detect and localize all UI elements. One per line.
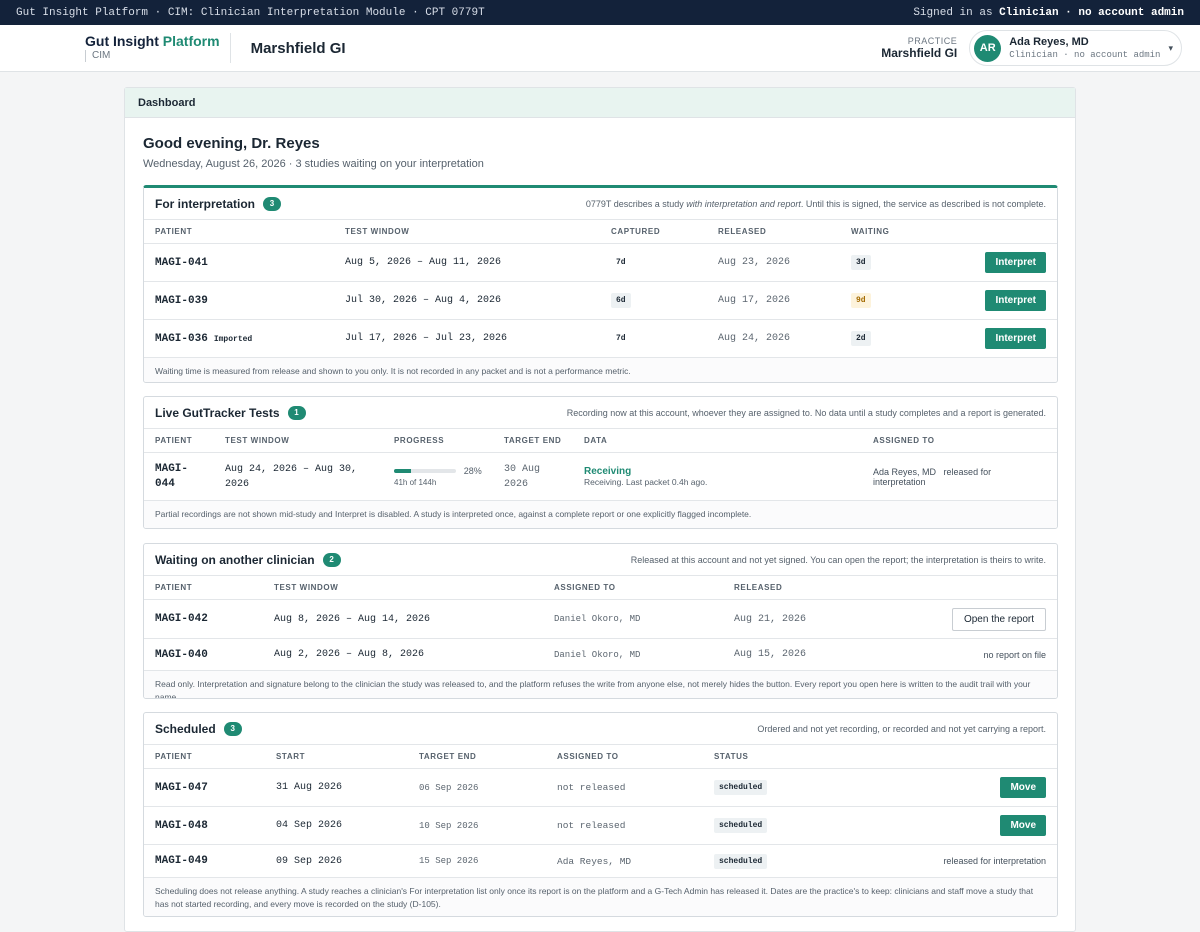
practice-title: Marshfield GI [250, 39, 346, 57]
practice-block: PRACTICE Marshfield GI [881, 36, 958, 60]
top-bar: Gut Insight Platform · CIM: Clinician In… [0, 0, 1200, 25]
avatar: AR [974, 34, 1002, 62]
interpret-button[interactable]: Interpret [985, 290, 1046, 311]
table-header: PATIENT TEST WINDOW ASSIGNED TO RELEASED [144, 576, 1057, 600]
dashboard-panel: Dashboard Good evening, Dr. Reyes Wednes… [124, 87, 1076, 932]
table-row: MAGI-039 Jul 30, 2026 – Aug 4, 2026 6d A… [144, 282, 1057, 320]
table-row: MAGI-040 Aug 2, 2026 – Aug 8, 2026 Danie… [144, 639, 1057, 671]
table-row: MAGI-041 Aug 5, 2026 – Aug 11, 2026 7d A… [144, 244, 1057, 282]
interpret-button[interactable]: Interpret [985, 328, 1046, 349]
user-menu[interactable]: AR Ada Reyes, MD Clinician · no account … [969, 30, 1182, 66]
status-badge: scheduled [714, 818, 768, 833]
user-name: Ada Reyes, MD [1009, 35, 1089, 48]
table-row: MAGI-048 04 Sep 2026 10 Sep 2026 not rel… [144, 807, 1057, 845]
waiting-card: Waiting on another clinician 2 Released … [143, 543, 1058, 699]
status-badge: scheduled [714, 853, 768, 869]
card-footer: Scheduling does not release anything. A … [144, 878, 1057, 916]
brand-module: CIM [85, 50, 220, 62]
dashboard-tab: Dashboard [125, 88, 1075, 118]
card-title: For interpretation [155, 196, 256, 211]
platform-breadcrumb: Gut Insight Platform · CIM: Clinician In… [16, 6, 485, 19]
card-footer: Read only. Interpretation and signature … [144, 671, 1057, 698]
card-footer: Partial recordings are not shown mid-stu… [144, 501, 1057, 528]
card-note: 0779T describes a study with interpretat… [585, 198, 1046, 209]
count-badge: 3 [263, 196, 282, 211]
waiting-badge: 9d [851, 293, 871, 308]
table-row: MAGI-036 Imported Jul 17, 2026 – Jul 23, … [144, 320, 1057, 358]
user-role: Clinician · no account admin [1009, 49, 1161, 60]
signed-in-status: Signed in as Clinician · no account admi… [913, 6, 1184, 19]
live-tests-card: Live GutTracker Tests 1 Recording now at… [143, 396, 1058, 529]
for-interpretation-card: For interpretation 3 0779T describes a s… [143, 185, 1058, 383]
table-header: PATIENT START TARGET END ASSIGNED TO STA… [144, 745, 1057, 769]
progress-indicator: 28% 41h of 144h [394, 465, 482, 487]
card-footer: Waiting time is measured from release an… [144, 358, 1057, 382]
card-title: Waiting on another clinician [155, 552, 315, 567]
card-note: Recording now at this account, whoever t… [566, 407, 1046, 418]
waiting-badge: 2d [851, 331, 871, 346]
table-header: PATIENT TEST WINDOW PROGRESS TARGET END … [144, 429, 1057, 453]
released-note: released for interpretation [943, 856, 1046, 866]
table-row: MAGI- 044 Aug 24, 2026 – Aug 30, 2026 28% … [144, 453, 1057, 501]
table-header: PATIENT TEST WINDOW CAPTURED RELEASED WA… [144, 220, 1057, 244]
page-subtitle: Wednesday, August 26, 2026 · 3 studies w… [143, 158, 484, 170]
chevron-down-icon[interactable]: ▾ [1168, 43, 1173, 54]
status-badge: scheduled [714, 780, 768, 795]
page-title: Good evening, Dr. Reyes [143, 135, 320, 152]
table-row: MAGI-047 31 Aug 2026 06 Sep 2026 not rel… [144, 769, 1057, 807]
assigned-to: Ada Reyes, MD released for interpretatio… [873, 466, 992, 487]
interpret-button[interactable]: Interpret [985, 252, 1046, 273]
scheduled-card: Scheduled 3 Ordered and not yet recordin… [143, 712, 1058, 917]
table-row: MAGI-049 09 Sep 2026 15 Sep 2026 Ada Rey… [144, 845, 1057, 878]
imported-tag: Imported [213, 334, 253, 344]
progress-bar [394, 468, 456, 473]
move-button[interactable]: Move [1000, 777, 1046, 798]
card-note: Released at this account and not yet sig… [630, 554, 1046, 565]
count-badge: 2 [322, 552, 341, 567]
app-header: Gut Insight Platform CIM Marshfield GI P… [0, 25, 1200, 72]
card-title: Live GutTracker Tests [155, 405, 280, 420]
count-badge: 1 [287, 405, 306, 420]
move-button[interactable]: Move [1000, 815, 1046, 836]
card-note: Ordered and not yet recording, or record… [757, 723, 1046, 734]
data-status: Receiving [584, 465, 632, 477]
card-title: Scheduled [155, 721, 216, 736]
table-row: MAGI-042 Aug 8, 2026 – Aug 14, 2026 Dani… [144, 600, 1057, 639]
brand-logo[interactable]: Gut Insight Platform CIM [85, 33, 231, 63]
open-report-button[interactable]: Open the report [951, 607, 1046, 631]
no-report-text: no report on file [983, 649, 1046, 660]
signed-in-role: Clinician · no account admin [999, 6, 1184, 19]
count-badge: 3 [223, 721, 242, 736]
waiting-badge: 3d [851, 255, 871, 270]
